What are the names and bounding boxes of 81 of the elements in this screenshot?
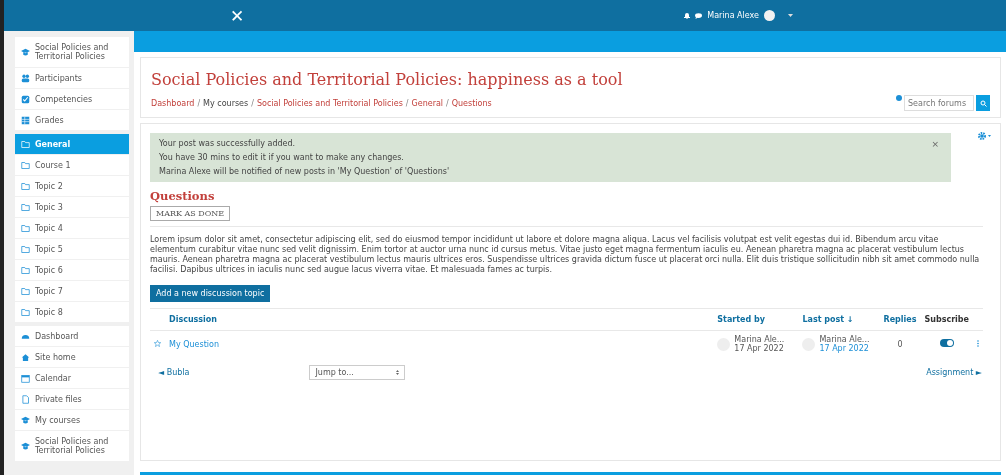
sidebar-item[interactable]: Topic 8	[15, 302, 129, 322]
subscribe-toggle[interactable]	[939, 339, 954, 347]
sidebar-item[interactable]: Social Policies and Territorial Policies	[15, 37, 129, 67]
close-button[interactable]: ✕	[230, 5, 245, 26]
forum-description: Lorem ipsum dolor sit amet, consectetur adipiscing elit, sed do eiusmod tempor incididunt ut labore et dolore magna aliqua. Lacus vel facilisis volutpat est velit egestas dui id. Bibendum arcu vitae elementum curabitur vitae nunc sed velit dignissim. Enim tortor at auctor urna nunc id cursus metus. Vitae justo eget magna fermentum iaculis eu. Aenean pharetra magna ac placerat vestibulum lectus mauris. Aenean pharetra magna ac placerat vestibulum lectus mauris ultrices eros. Suspendisse ultrices gravida dictum fusce ut placerat orci nulla. Elit duis tristique sollicitudin nibh sit amet commodo nulla facilisi. Dapibus ultrices in iaculis nunc sed augue lacus viverra vitae. Et malesuada fames ac turpis.	[150, 226, 983, 275]
users-icon	[21, 73, 30, 83]
page-title: Social Policies and Territorial Policies: happiness as a tool	[151, 70, 624, 89]
folder-icon	[21, 139, 30, 149]
folder-icon	[21, 307, 30, 317]
jump-dropdown[interactable]: Jump to...	[309, 365, 406, 380]
home-icon	[21, 352, 30, 362]
breadcrumb-item[interactable]: Social Policies and Territorial Policies	[256, 98, 403, 108]
sidebar-item[interactable]: Grades	[15, 110, 129, 130]
folder-icon	[21, 223, 30, 233]
folder-icon	[21, 244, 30, 254]
sidebar-item[interactable]: Social Policies and Territorial Policies	[15, 431, 129, 461]
breadcrumb-separator: /	[446, 98, 449, 108]
breadcrumb-separator: /	[405, 98, 409, 108]
author-name: Marina Ale...	[734, 335, 785, 344]
sidebar-item[interactable]: Calendar	[15, 368, 129, 388]
graduation-cap-icon	[21, 441, 30, 451]
bell-icon[interactable]	[684, 12, 691, 19]
reply-count: 0	[879, 330, 921, 357]
column-header[interactable]: Discussion	[165, 308, 714, 331]
close-button[interactable]: ×	[931, 139, 939, 149]
mark-done-button[interactable]: MARK AS DONE	[150, 206, 231, 221]
breadcrumb-item[interactable]: General	[411, 98, 444, 108]
sidebar-item[interactable]: Topic 7	[15, 281, 129, 301]
folder-icon	[21, 181, 30, 191]
sidebar-item[interactable]: Topic 4	[15, 218, 129, 238]
column-header[interactable]: Started by	[713, 308, 799, 331]
add-topic-button[interactable]: Add a new discussion topic	[150, 285, 271, 302]
next-link[interactable]: Assignment ►	[926, 368, 982, 377]
post-date[interactable]: 17 Apr 2022	[819, 344, 870, 353]
post-date: 17 Apr 2022	[734, 344, 785, 353]
previous-link[interactable]: ◄ Bubla	[158, 368, 190, 377]
graduation-cap-icon	[21, 415, 30, 425]
caret-icon[interactable]	[787, 14, 793, 17]
user-name[interactable]: Marina Alexe	[707, 11, 759, 20]
column-header[interactable]: Replies	[879, 308, 921, 331]
alert-text: Your post was successfully added.	[159, 139, 296, 148]
sidebar-item[interactable]: Topic 5	[15, 239, 129, 259]
sidebar-item[interactable]: Topic 6	[15, 260, 129, 280]
star-icon[interactable]	[154, 339, 161, 347]
sidebar-item[interactable]: Site home	[15, 347, 129, 367]
file-icon	[21, 394, 30, 404]
sidebar-item[interactable]: My courses	[15, 410, 129, 430]
chat-icon[interactable]	[695, 12, 703, 19]
discussion-link[interactable]: My Question	[169, 339, 219, 349]
sidebar-item[interactable]: Competencies	[15, 89, 129, 109]
alert-text: Marina Alexe will be notified of new posts in 'My Question' of 'Questions'	[159, 167, 450, 176]
sort-arrows-icon	[396, 370, 400, 375]
breadcrumb-separator: /	[197, 98, 201, 108]
search-field[interactable]: Search forums	[904, 95, 974, 111]
folder-icon	[21, 202, 30, 212]
search-button[interactable]	[976, 95, 990, 111]
sidebar-item[interactable]: Course 1	[15, 155, 129, 175]
sidebar-item[interactable]: Topic 3	[15, 197, 129, 217]
avatar-icon[interactable]	[763, 10, 775, 21]
sidebar-item[interactable]: Participants	[15, 68, 129, 88]
column-header: Subscribe	[920, 308, 973, 331]
graduation-cap-icon	[21, 47, 30, 57]
sidebar-item[interactable]: Topic 2	[15, 176, 129, 196]
settings-icon[interactable]	[978, 132, 992, 140]
checkbox-icon	[21, 94, 30, 104]
folder-icon	[21, 286, 30, 296]
table-icon	[21, 115, 30, 125]
breadcrumb-separator: /	[251, 98, 254, 108]
alert-text: You have 30 mins to edit it if you want to make any changes.	[159, 153, 404, 162]
column-header[interactable]: Last post ↓	[798, 308, 880, 331]
breadcrumb-item[interactable]: Questions	[451, 98, 492, 108]
calendar-icon	[21, 373, 30, 383]
folder-icon	[21, 160, 30, 170]
breadcrumb-item[interactable]: Dashboard	[151, 98, 195, 108]
breadcrumb-item: My courses	[203, 98, 249, 108]
sidebar-item[interactable]: Private files	[15, 389, 129, 409]
sidebar-item[interactable]: Dashboard	[15, 326, 129, 346]
folder-icon	[21, 265, 30, 275]
forum-title: Questions	[150, 189, 216, 203]
author-name: Marina Ale...	[819, 335, 870, 344]
search-icon	[979, 99, 987, 107]
